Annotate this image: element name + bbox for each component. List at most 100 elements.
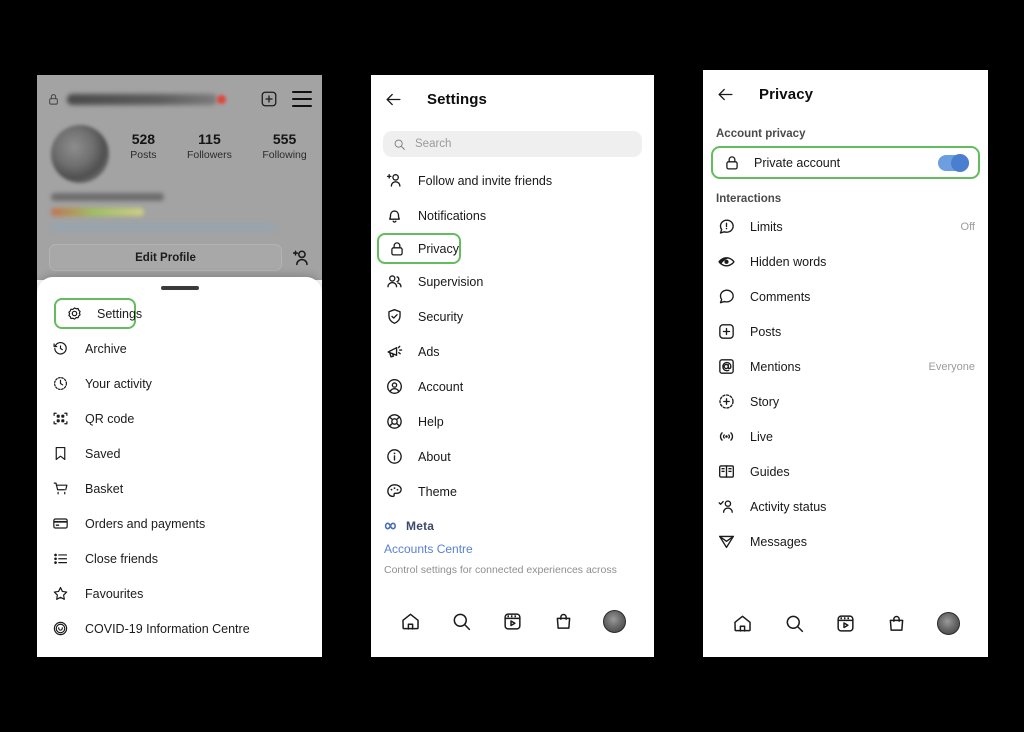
profile-bio-redacted (51, 193, 308, 239)
search-icon[interactable] (783, 612, 806, 635)
star-icon (49, 583, 71, 605)
settings-item-about[interactable]: About (371, 439, 654, 474)
menu-item-close-friends[interactable]: Close friends (37, 541, 322, 576)
qr-code-icon (49, 408, 71, 430)
bottom-tabbar (703, 603, 988, 643)
live-broadcast-icon (716, 426, 737, 447)
settings-item-theme[interactable]: Theme (371, 474, 654, 509)
meta-section: Meta Accounts Centre Control settings fo… (371, 509, 654, 578)
menu-item-your-activity[interactable]: Your activity (37, 366, 322, 401)
menu-item-settings-wrap: Settings (37, 296, 322, 331)
privacy-item-posts[interactable]: Posts (703, 314, 988, 349)
stat-value: 528 (131, 131, 156, 147)
add-person-icon[interactable] (290, 247, 312, 269)
settings-item-supervision[interactable]: Supervision (371, 264, 654, 299)
settings-item-follow-and-invite-friends[interactable]: Follow and invite friends (371, 163, 654, 198)
profile-actions-row: Edit Profile (49, 244, 312, 271)
plus-square-icon[interactable] (260, 90, 278, 108)
privacy-item-hidden-words[interactable]: Hidden words (703, 244, 988, 279)
privacy-item-activity-status[interactable]: Activity status (703, 489, 988, 524)
stat-label: Posts (130, 149, 157, 161)
edit-profile-button[interactable]: Edit Profile (49, 244, 282, 271)
search-icon (393, 138, 406, 151)
meta-brand-label: Meta (406, 519, 435, 533)
menu-item-favourites[interactable]: Favourites (37, 576, 322, 611)
messages-send-icon (716, 531, 737, 552)
privacy-item-story[interactable]: Story (703, 384, 988, 419)
accounts-centre-link[interactable]: Accounts Centre (384, 542, 641, 556)
search-icon[interactable] (450, 610, 473, 633)
privacy-item-limits[interactable]: Limits Off (703, 209, 988, 244)
menu-item-qr-code[interactable]: QR code (37, 401, 322, 436)
settings-item-account[interactable]: Account (371, 369, 654, 404)
menu-item-label: Your activity (85, 376, 152, 391)
profile-topbar (37, 81, 322, 117)
private-account-toggle[interactable] (938, 153, 969, 172)
profile-bottom-sheet: Settings Archive Your activity QR code S… (37, 277, 322, 657)
activity-status-icon (716, 496, 737, 517)
help-globe-icon (384, 411, 405, 432)
username-redacted[interactable] (67, 93, 250, 105)
interactions-list: Limits Off Hidden words Comments Posts M… (703, 209, 988, 559)
profile-avatar[interactable] (936, 611, 960, 635)
stat-posts[interactable]: 528 Posts (130, 131, 156, 162)
search-input[interactable]: Search (383, 131, 642, 157)
settings-item-label: Privacy (418, 241, 459, 256)
shop-icon[interactable] (552, 610, 575, 633)
sheet-drag-handle[interactable] (160, 286, 199, 290)
stat-label: Following (262, 149, 307, 161)
lock-icon (386, 238, 407, 259)
people-icon (384, 271, 405, 292)
back-arrow-icon[interactable] (716, 85, 735, 104)
story-plus-icon (716, 391, 737, 412)
comment-bubble-icon (716, 286, 737, 307)
info-icon (384, 446, 405, 467)
avatar[interactable] (51, 125, 109, 183)
back-arrow-icon[interactable] (384, 90, 403, 109)
page-title: Settings (427, 90, 487, 108)
settings-header: Settings (371, 75, 654, 123)
privacy-item-label: Live (750, 429, 773, 444)
settings-item-help[interactable]: Help (371, 404, 654, 439)
card-icon (49, 513, 71, 535)
menu-item-covid-information-centre[interactable]: COVID-19 Information Centre (37, 611, 322, 646)
stat-value: 115 (198, 131, 221, 147)
menu-item-settings[interactable]: Settings (54, 298, 142, 329)
menu-item-basket[interactable]: Basket (37, 471, 322, 506)
settings-item-ads[interactable]: Ads (371, 334, 654, 369)
privacy-item-comments[interactable]: Comments (703, 279, 988, 314)
privacy-item-label: Mentions (750, 359, 801, 374)
reels-icon[interactable] (834, 612, 857, 635)
plus-square-icon (716, 321, 737, 342)
settings-item-privacy[interactable]: Privacy (377, 233, 461, 264)
megaphone-icon (384, 341, 405, 362)
shop-icon[interactable] (885, 612, 908, 635)
settings-item-security[interactable]: Security (371, 299, 654, 334)
home-icon[interactable] (399, 610, 422, 633)
menu-item-label: Settings (97, 306, 143, 321)
menu-item-label: QR code (85, 411, 135, 426)
settings-item-notifications[interactable]: Notifications (371, 198, 654, 233)
privacy-item-label: Activity status (750, 499, 827, 514)
hamburger-menu-icon[interactable] (292, 91, 312, 107)
menu-item-saved[interactable]: Saved (37, 436, 322, 471)
menu-item-archive[interactable]: Archive (37, 331, 322, 366)
menu-item-orders-and-payments[interactable]: Orders and payments (37, 506, 322, 541)
profile-menu-list: Settings Archive Your activity QR code S… (37, 296, 322, 646)
reels-icon[interactable] (501, 610, 524, 633)
privacy-item-messages[interactable]: Messages (703, 524, 988, 559)
profile-avatar[interactable] (603, 609, 626, 633)
stat-followers[interactable]: 115 Followers (187, 131, 232, 162)
privacy-item-label: Story (750, 394, 780, 409)
bottom-tabbar (371, 601, 654, 641)
settings-item-label: Help (418, 414, 444, 429)
settings-item-label: Account (418, 379, 464, 394)
privacy-item-mentions[interactable]: Mentions Everyone (703, 349, 988, 384)
stat-following[interactable]: 555 Following (262, 131, 306, 162)
private-account-row[interactable]: Private account (711, 146, 980, 179)
basket-icon (49, 478, 71, 500)
privacy-item-guides[interactable]: Guides (703, 454, 988, 489)
home-icon[interactable] (731, 612, 754, 635)
privacy-item-live[interactable]: Live (703, 419, 988, 454)
hidden-words-eye-icon (716, 251, 737, 272)
